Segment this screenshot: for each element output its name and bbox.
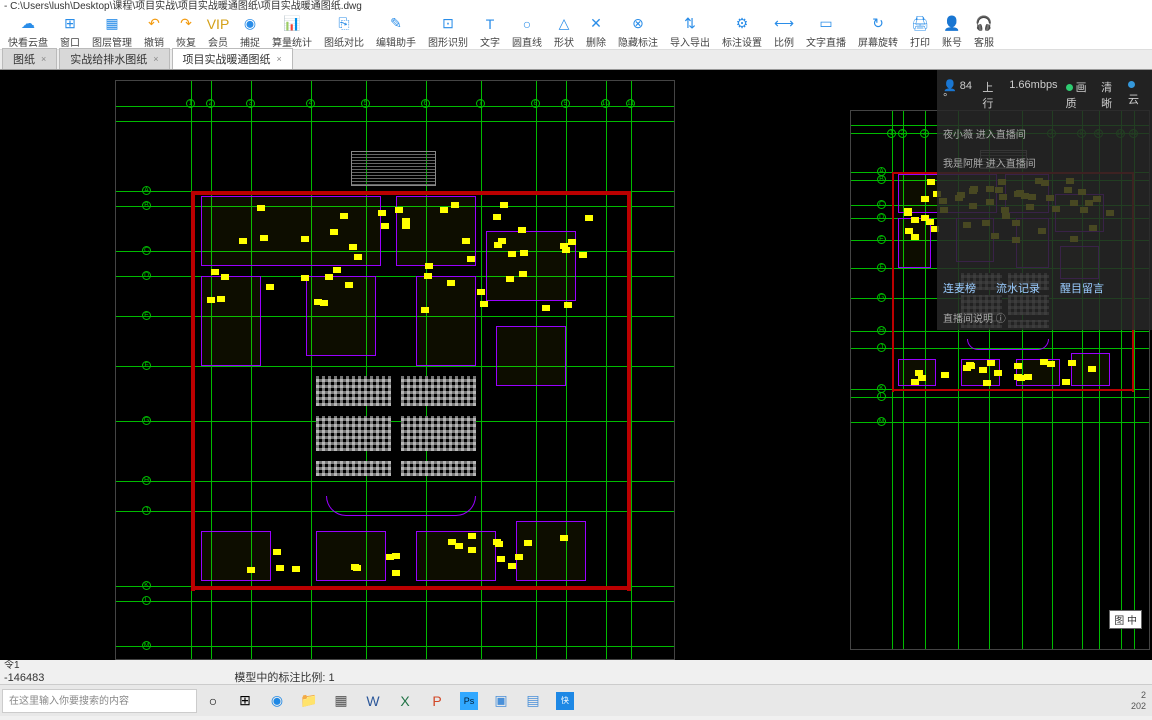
tab[interactable]: 实战给排水图纸× (59, 48, 169, 69)
打印-icon: 🖨 (911, 15, 929, 33)
app-icon[interactable]: ▦ (325, 687, 357, 715)
word-icon[interactable]: W (357, 687, 389, 715)
图层管理-icon: ▦ (103, 15, 121, 33)
撤销-icon: ↶ (145, 15, 163, 33)
捕捉-icon: ◉ (241, 15, 259, 33)
status-line-2: -146483 模型中的标注比例: 1 (0, 672, 1152, 684)
导入导出-icon: ⇅ (681, 15, 699, 33)
overlay-btn[interactable]: 流水记录 (996, 280, 1040, 296)
删除-icon: ✕ (587, 15, 605, 33)
explorer-icon[interactable]: 📁 (293, 687, 325, 715)
tool-打印[interactable]: 🖨打印 (904, 13, 936, 51)
ps-icon[interactable]: Ps (460, 692, 478, 710)
tool-屏幕旋转[interactable]: ↻屏幕旋转 (852, 13, 904, 51)
overlay-stats: 👤 84 ° 上行 1.66mbps 画质 清晰 云 (943, 76, 1146, 114)
close-icon[interactable]: × (277, 54, 282, 64)
viewport-left[interactable]: 1234567891011ABCDEFGHJKLM (0, 70, 700, 660)
floorplan-main: 1234567891011ABCDEFGHJKLM (115, 80, 675, 660)
overlay-btn[interactable]: 醒目留言 (1060, 280, 1104, 296)
tool-撤销[interactable]: ↶撤销 (138, 13, 170, 51)
tool-隐藏标注[interactable]: ⊗隐藏标注 (612, 13, 664, 51)
taskview-icon[interactable]: ⊞ (229, 687, 261, 715)
tool-算量统计[interactable]: 📊算量统计 (266, 13, 318, 51)
tool-客服[interactable]: 🎧客服 (968, 13, 1000, 51)
uplink-value: 1.66mbps (1009, 79, 1057, 111)
main-toolbar: ☁快看云盘⊞窗口▦图层管理↶撤销↷恢复VIP会员◉捕捉📊算量统计⎘图纸对比✎编辑… (0, 14, 1152, 50)
chat-msg: 我是阿胖 进入直播间 (943, 155, 1146, 170)
屏幕旋转-icon: ↻ (869, 15, 887, 33)
恢复-icon: ↷ (177, 15, 195, 33)
快看云盘-icon: ☁ (19, 15, 37, 33)
windows-taskbar: 在这里输入你要搜索的内容 ○ ⊞ ◉ 📁 ▦ W X P Ps ▣ ▤ 快 22… (0, 684, 1152, 716)
tool-圆直线[interactable]: ○圆直线 (506, 13, 548, 51)
tool-文字[interactable]: T文字 (474, 13, 506, 51)
view-badge[interactable]: 图 中 (1109, 610, 1142, 629)
status-line-1: 令1 (0, 660, 1152, 672)
tool-图层管理[interactable]: ▦图层管理 (86, 13, 138, 51)
文字直播-icon: ▭ (817, 15, 835, 33)
tool-删除[interactable]: ✕删除 (580, 13, 612, 51)
tool-文字直播[interactable]: ▭文字直播 (800, 13, 852, 51)
隐藏标注-icon: ⊗ (629, 15, 647, 33)
客服-icon: 🎧 (975, 15, 993, 33)
tool-比例[interactable]: ⟷比例 (768, 13, 800, 51)
tool-形状[interactable]: △形状 (548, 13, 580, 51)
close-icon[interactable]: × (41, 54, 46, 64)
close-icon[interactable]: × (153, 54, 158, 64)
clock[interactable]: 2202 (1131, 690, 1146, 712)
tool-账号[interactable]: 👤账号 (936, 13, 968, 51)
cortana-icon[interactable]: ○ (197, 687, 229, 715)
图形识别-icon: ⊡ (439, 15, 457, 33)
uplink-label: 上行 (982, 79, 1001, 111)
圆直线-icon: ○ (518, 15, 536, 33)
比例-icon: ⟷ (775, 15, 793, 33)
tool-导入导出[interactable]: ⇅导入导出 (664, 13, 716, 51)
overlay-footer[interactable]: 直播间说明 ⓘ (943, 310, 1146, 325)
excel-icon[interactable]: X (389, 687, 421, 715)
app3-icon[interactable]: ▤ (517, 687, 549, 715)
账号-icon: 👤 (943, 15, 961, 33)
viewers-label: 👤 84 ° (943, 79, 974, 111)
窗口-icon: ⊞ (61, 15, 79, 33)
tool-标注设置[interactable]: ⚙标注设置 (716, 13, 768, 51)
coord-readout: -146483 (4, 672, 44, 684)
tool-图纸对比[interactable]: ⎘图纸对比 (318, 13, 370, 51)
ppt-icon[interactable]: P (421, 687, 453, 715)
图纸对比-icon: ⎘ (335, 15, 353, 33)
tab[interactable]: 图纸× (2, 48, 57, 69)
文字-icon: T (481, 15, 499, 33)
app4-icon[interactable]: 快 (556, 692, 574, 710)
app2-icon[interactable]: ▣ (485, 687, 517, 715)
tool-编辑助手[interactable]: ✎编辑助手 (370, 13, 422, 51)
edge-icon[interactable]: ◉ (261, 687, 293, 715)
算量统计-icon: 📊 (283, 15, 301, 33)
document-tabs: 图纸×实战给排水图纸×项目实战暖通图纸× (0, 50, 1152, 70)
tab[interactable]: 项目实战暖通图纸× (172, 48, 293, 69)
tool-窗口[interactable]: ⊞窗口 (54, 13, 86, 51)
形状-icon: △ (555, 15, 573, 33)
tool-图形识别[interactable]: ⊡图形识别 (422, 13, 474, 51)
stream-overlay: 👤 84 ° 上行 1.66mbps 画质 清晰 云 夜小薇 进入直播间 我是阿… (937, 70, 1152, 330)
search-input[interactable]: 在这里输入你要搜索的内容 (2, 689, 197, 713)
scale-readout: 模型中的标注比例: 1 (234, 672, 334, 684)
tool-快看云盘[interactable]: ☁快看云盘 (2, 13, 54, 51)
cad-canvas[interactable]: 1234567891011ABCDEFGHJKLM 1234567891011A… (0, 70, 1152, 660)
tool-会员[interactable]: VIP会员 (202, 13, 234, 51)
编辑助手-icon: ✎ (387, 15, 405, 33)
tool-捕捉[interactable]: ◉捕捉 (234, 13, 266, 51)
标注设置-icon: ⚙ (733, 15, 751, 33)
overlay-btn[interactable]: 连麦榜 (943, 280, 976, 296)
会员-icon: VIP (209, 15, 227, 33)
chat-msg: 夜小薇 进入直播间 (943, 126, 1146, 141)
tool-恢复[interactable]: ↷恢复 (170, 13, 202, 51)
